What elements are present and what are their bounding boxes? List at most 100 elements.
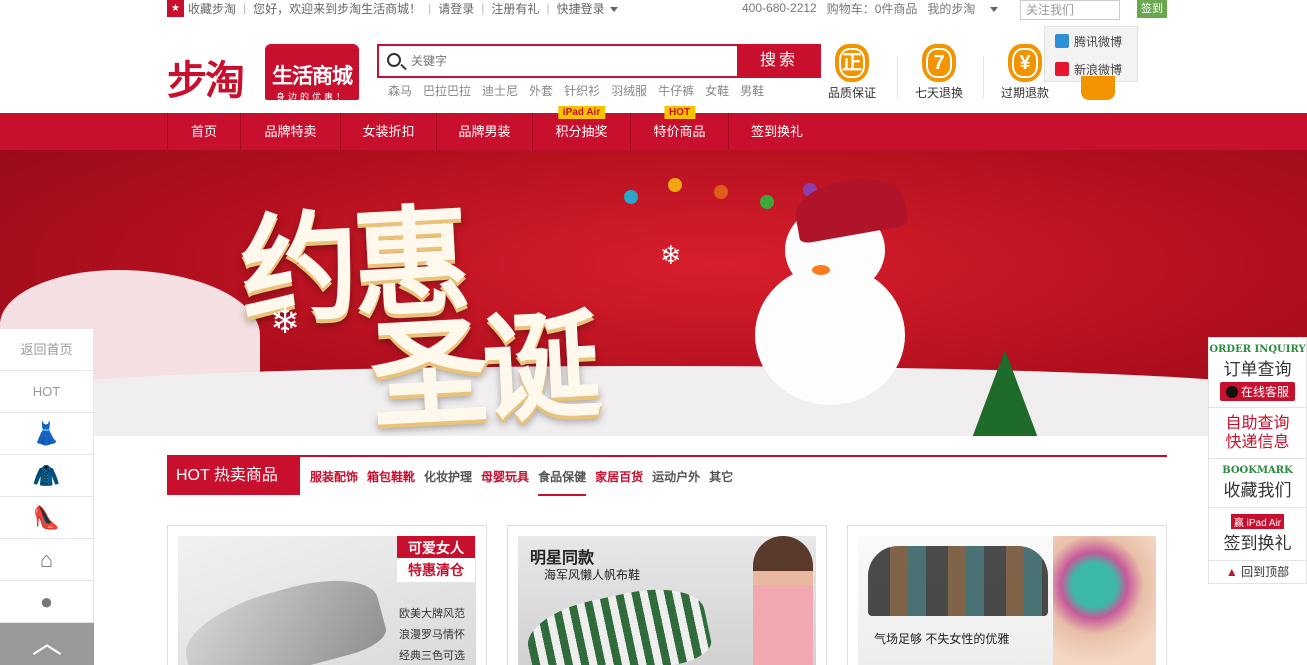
sina-weibo-icon	[1055, 62, 1069, 76]
online-service-button[interactable]: 在线客服	[1219, 382, 1295, 401]
nav-women-discount[interactable]: 女装折扣	[341, 113, 437, 150]
chevron-down-icon	[609, 6, 618, 12]
hot-keyword[interactable]: 迪士尼	[482, 82, 518, 99]
category-tab[interactable]: 服装配饰	[310, 468, 358, 485]
signin-button[interactable]: 签到	[1137, 0, 1167, 18]
category-tab-active[interactable]: 食品保健	[538, 457, 587, 496]
product-card[interactable]: 气场足够 不失女性的优雅	[847, 525, 1167, 665]
hot-products-title: HOT 热卖商品	[167, 457, 300, 495]
feature-line: 经典三色可选	[399, 650, 465, 662]
top-bar-left: ★ 收藏步淘 | 您好，欢迎来到步淘生活商城！ | 请登录 | 注册有礼 | 快…	[167, 0, 618, 17]
hot-keyword[interactable]: 女鞋	[705, 82, 729, 99]
hot-link[interactable]: HOT	[0, 371, 94, 413]
hot-keyword[interactable]: 森马	[388, 82, 412, 99]
divider: |	[243, 1, 247, 15]
nav-items: 首页 品牌特卖 女装折扣 品牌男装 iPad Air 积分抽奖 HOT 特价商品 签…	[167, 106, 825, 150]
nav-label: 品牌特卖	[264, 124, 317, 139]
bookmark-us[interactable]: BOOKMARK 收藏我们	[1209, 459, 1306, 508]
order-inquiry-cn: 订单查询	[1223, 360, 1292, 379]
product-headline: 明星同款	[530, 550, 595, 567]
back-home-link[interactable]: 返回首页	[0, 329, 94, 371]
login-link[interactable]: 请登录	[438, 0, 474, 17]
category-tab[interactable]: 其它	[709, 468, 733, 485]
category-jacket[interactable]: 🧥	[0, 455, 94, 497]
search-input[interactable]	[411, 51, 731, 71]
my-butao-label: 我的步淘	[927, 1, 976, 16]
quick-login-label: 快捷登录	[556, 1, 605, 16]
hot-keyword[interactable]: 牛仔裤	[658, 82, 694, 99]
service-divider	[897, 56, 898, 98]
shoe-image	[178, 566, 390, 665]
category-tab[interactable]: 家居百货	[595, 468, 643, 485]
follow-us-select[interactable]: 关注我们	[1020, 0, 1120, 20]
search-box: 搜索	[377, 44, 821, 78]
dining-icon: ●	[39, 589, 54, 614]
seven-day-badge-icon: 7	[922, 44, 956, 82]
nav-home[interactable]: 首页	[167, 113, 241, 150]
online-service-label: 在线客服	[1240, 385, 1289, 399]
category-heels[interactable]: 👠	[0, 497, 94, 539]
product-card[interactable]: 可爱女人 特惠清仓 欧美大牌风范 浪漫罗马情怀 经典三色可选	[167, 525, 487, 665]
nav-special-offers[interactable]: HOT 特价商品	[631, 106, 729, 150]
nav-men-brand[interactable]: 品牌男装	[437, 113, 533, 150]
product-tag: 特惠清仓	[397, 558, 475, 582]
product-card[interactable]: 明星同款 海军风懒人帆布鞋	[507, 525, 827, 665]
category-tab[interactable]: 母婴玩具	[481, 468, 529, 485]
search-button[interactable]: 搜索	[737, 44, 821, 78]
divider: |	[428, 1, 432, 15]
nav-tag: HOT	[663, 106, 696, 119]
nav-label: 签到换礼	[750, 124, 803, 139]
back-top-label: 回到顶部	[1241, 565, 1290, 579]
nav-points-lottery[interactable]: iPad Air 积分抽奖	[533, 106, 631, 150]
service-quality: 正 品质保证	[820, 44, 884, 101]
order-inquiry[interactable]: ORDER INQUIRY 订单查询 在线客服	[1209, 338, 1306, 408]
nav-brand-sale[interactable]: 品牌特卖	[241, 113, 341, 150]
product-image: 气场足够 不失女性的优雅	[858, 536, 1156, 665]
service-label: 七天退换	[914, 86, 963, 100]
main-nav: 首页 品牌特卖 女装折扣 品牌男装 iPad Air 积分抽奖 HOT 特价商品 签…	[0, 106, 1307, 150]
category-tab[interactable]: 箱包鞋靴	[367, 468, 415, 485]
order-inquiry-en: ORDER INQUIRY	[1209, 344, 1306, 355]
hot-keyword[interactable]: 针织衫	[564, 82, 600, 99]
site-logo[interactable]: 步淘 生活商城 身边的优惠！	[167, 44, 362, 104]
ornament-icon	[668, 178, 682, 192]
arrow-up-icon: ▲	[1225, 565, 1238, 579]
service-seven-day: 7 七天退换	[907, 44, 971, 101]
christmas-banner[interactable]: 约惠 圣诞 ❄ ❄	[0, 150, 1307, 436]
category-tab[interactable]: 运动户外	[652, 468, 700, 485]
hot-keyword[interactable]: 外套	[529, 82, 553, 99]
qq-icon	[1225, 386, 1238, 398]
signin-gift-panel[interactable]: 赢 iPad Air 签到换礼	[1209, 508, 1306, 561]
snowman-nose	[812, 265, 830, 275]
tencent-weibo-icon	[1055, 34, 1069, 48]
category-dining[interactable]: ●	[0, 581, 94, 623]
self-service-query[interactable]: 自助查询 快递信息	[1209, 408, 1306, 459]
weibo-dropdown: 腾讯微博 新浪微博	[1044, 26, 1138, 82]
hot-keyword[interactable]: 巴拉巴拉	[423, 82, 471, 99]
tencent-weibo-link[interactable]: 腾讯微博	[1045, 27, 1137, 55]
bookmark-star-icon[interactable]: ★	[167, 0, 184, 17]
model-image	[753, 536, 813, 665]
my-butao-dropdown[interactable]: 我的步淘	[927, 0, 1008, 17]
register-link[interactable]: 注册有礼	[491, 0, 539, 17]
quick-login-dropdown[interactable]: 快捷登录	[557, 0, 618, 17]
banner-snow-ground	[0, 366, 1307, 436]
logo-slogan: 身边的优惠！	[275, 92, 348, 102]
scroll-up-button[interactable]: ︿	[0, 623, 94, 665]
hot-keyword[interactable]: 男鞋	[740, 82, 764, 99]
cart-link[interactable]: 购物车：0件商品	[827, 0, 918, 17]
nav-signin-gift[interactable]: 签到换礼	[729, 113, 825, 150]
product-features: 欧美大牌风范 浪漫罗马情怀 经典三色可选	[399, 604, 465, 665]
product-caption: 气场足够 不失女性的优雅	[874, 632, 1010, 646]
feature-line: 欧美大牌风范	[399, 608, 465, 620]
category-dress[interactable]: 👗	[0, 413, 94, 455]
category-tab[interactable]: 化妆护理	[424, 468, 472, 485]
back-to-top-button[interactable]: ▲ 回到顶部	[1209, 561, 1306, 583]
service-badge-icon	[1081, 76, 1115, 100]
bookmark-link[interactable]: 收藏步淘	[188, 0, 236, 17]
right-float-panel: ORDER INQUIRY 订单查询 在线客服 自助查询 快递信息 BOOKMA…	[1208, 337, 1307, 584]
hot-keyword[interactable]: 羽绒服	[611, 82, 647, 99]
category-hanger[interactable]: ⌂	[0, 539, 94, 581]
nav-label: 首页	[190, 124, 217, 139]
sina-weibo-label: 新浪微博	[1074, 62, 1123, 77]
